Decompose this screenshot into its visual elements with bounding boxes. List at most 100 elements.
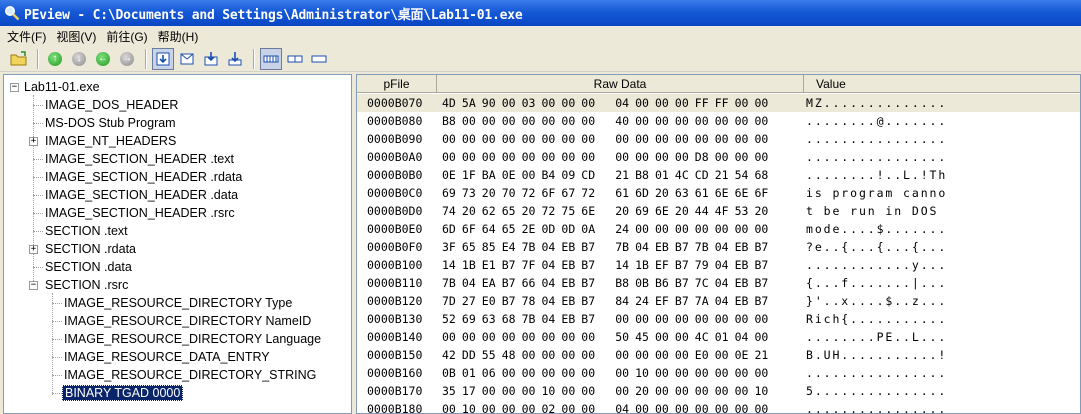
hex-byte[interactable]: 72 <box>522 184 542 202</box>
hex-byte[interactable]: 4C <box>675 166 695 184</box>
hex-byte[interactable]: 00 <box>522 112 542 130</box>
hex-byte[interactable]: 6D <box>635 184 655 202</box>
hex-byte[interactable]: B8 <box>442 112 462 130</box>
hex-byte[interactable]: 40 <box>615 112 635 130</box>
hex-byte[interactable]: 00 <box>755 220 775 238</box>
hex-row[interactable]: 0000B0C0 69 73 20 70 72 6F 67 72 61 6D 20 63 61 6E 6E 6F… <box>357 184 1080 202</box>
hex-byte[interactable]: 04 <box>635 238 655 256</box>
hex-byte[interactable]: 79 <box>695 256 715 274</box>
hex-byte[interactable]: 04 <box>615 400 635 413</box>
hex-row[interactable]: 0000B120 7D 27 E0 B7 78 04 EB B7 84 24 EF B7 7A 04 EB B7… <box>357 292 1080 310</box>
hex-byte[interactable]: 53 <box>735 202 755 220</box>
hex-byte[interactable]: 0A <box>581 220 601 238</box>
hex-byte[interactable]: BA <box>482 166 502 184</box>
hex-byte[interactable]: 68 <box>755 166 775 184</box>
hex-byte[interactable]: 4C <box>695 328 715 346</box>
hex-byte[interactable]: 27 <box>462 292 482 310</box>
hex-byte[interactable]: B7 <box>502 274 522 292</box>
hex-byte[interactable]: 6F <box>542 184 562 202</box>
hex-byte[interactable]: 00 <box>542 364 562 382</box>
hex-byte[interactable]: 00 <box>675 112 695 130</box>
hex-byte[interactable]: 0B <box>442 364 462 382</box>
tree-item-dos-stub[interactable]: MS-DOS Stub Program <box>45 114 176 132</box>
hex-byte[interactable]: 00 <box>675 310 695 328</box>
hex-byte[interactable]: 00 <box>735 148 755 166</box>
hex-byte[interactable]: B7 <box>755 256 775 274</box>
hex-byte[interactable]: 00 <box>561 382 581 400</box>
collapse-toggle[interactable]: − <box>29 281 38 290</box>
hex-byte[interactable]: B6 <box>655 274 675 292</box>
hex-byte[interactable]: E1 <box>482 256 502 274</box>
hex-byte[interactable]: E0 <box>482 292 502 310</box>
hex-byte[interactable]: 52 <box>442 310 462 328</box>
hex-byte[interactable]: 00 <box>581 112 601 130</box>
hex-byte[interactable]: B7 <box>675 256 695 274</box>
hex-byte[interactable]: 65 <box>502 220 522 238</box>
column-header-raw-data[interactable]: Raw Data <box>437 75 804 93</box>
hex-byte[interactable]: 10 <box>462 400 482 413</box>
menu-help[interactable]: 帮助(H) <box>153 28 204 45</box>
hex-byte[interactable]: EB <box>735 238 755 256</box>
hex-byte[interactable]: EB <box>561 238 581 256</box>
hex-byte[interactable]: 00 <box>522 328 542 346</box>
hex-byte[interactable]: 4D <box>442 94 462 112</box>
hex-byte[interactable]: EB <box>735 274 755 292</box>
hex-byte[interactable]: 0D <box>561 220 581 238</box>
hex-byte[interactable]: 00 <box>755 328 775 346</box>
hex-byte[interactable]: 00 <box>502 148 522 166</box>
hex-byte[interactable]: 00 <box>755 400 775 413</box>
hex-byte[interactable]: B7 <box>755 238 775 256</box>
hex-byte[interactable]: 0B <box>635 274 655 292</box>
hex-byte[interactable]: 00 <box>581 130 601 148</box>
hex-byte[interactable]: 00 <box>482 382 502 400</box>
hex-byte[interactable]: 7D <box>442 292 462 310</box>
hex-byte[interactable]: 00 <box>581 382 601 400</box>
hex-byte[interactable]: 42 <box>442 346 462 364</box>
layout-word-button[interactable] <box>284 48 306 70</box>
hex-byte[interactable]: 10 <box>635 364 655 382</box>
tree-item-section-header-rdata[interactable]: IMAGE_SECTION_HEADER .rdata <box>45 168 242 186</box>
hex-byte[interactable]: 00 <box>655 148 675 166</box>
tree-item-binary-tgad[interactable]: BINARY TGAD 0000 <box>62 384 184 402</box>
hex-byte[interactable]: 61 <box>615 184 635 202</box>
hex-byte[interactable]: 00 <box>561 328 581 346</box>
hex-row[interactable]: 0000B0D0 74 20 62 65 20 72 75 6E 20 69 6E 20 44 4F 53 20… <box>357 202 1080 220</box>
tree-item-resource-dir-type[interactable]: IMAGE_RESOURCE_DIRECTORY Type <box>64 294 292 312</box>
hex-byte[interactable]: 00 <box>695 130 715 148</box>
hex-byte[interactable]: 00 <box>482 112 502 130</box>
hex-byte[interactable]: 14 <box>615 256 635 274</box>
hex-byte[interactable]: 10 <box>755 382 775 400</box>
hex-byte[interactable]: 2E <box>522 220 542 238</box>
hex-byte[interactable]: EB <box>561 292 581 310</box>
hex-byte[interactable]: 00 <box>675 400 695 413</box>
expand-toggle[interactable]: + <box>29 137 38 146</box>
hex-byte[interactable]: 00 <box>442 328 462 346</box>
hex-byte[interactable]: 00 <box>462 130 482 148</box>
hex-byte[interactable]: B7 <box>755 292 775 310</box>
tree-item-section-header-data[interactable]: IMAGE_SECTION_HEADER .data <box>45 186 238 204</box>
tree-item-section-data[interactable]: SECTION .data <box>45 258 132 276</box>
menu-go[interactable]: 前往(G) <box>101 28 152 45</box>
hex-byte[interactable]: 00 <box>442 130 462 148</box>
hex-byte[interactable]: 00 <box>735 310 755 328</box>
tree-item-resource-data-entry[interactable]: IMAGE_RESOURCE_DATA_ENTRY <box>64 348 270 366</box>
hex-byte[interactable]: 00 <box>561 148 581 166</box>
tree-root[interactable]: Lab11-01.exe <box>24 78 100 96</box>
hex-byte[interactable]: 66 <box>522 274 542 292</box>
hex-byte[interactable]: 7B <box>442 274 462 292</box>
tree-item-section-rsrc[interactable]: SECTION .rsrc <box>45 276 128 294</box>
hex-byte[interactable]: 54 <box>735 166 755 184</box>
hex-byte[interactable]: 00 <box>715 364 735 382</box>
hex-byte[interactable]: 00 <box>615 310 635 328</box>
hex-byte[interactable]: 35 <box>442 382 462 400</box>
hex-byte[interactable]: 6D <box>442 220 462 238</box>
hex-byte[interactable]: 03 <box>522 94 542 112</box>
hex-byte[interactable]: 6E <box>715 184 735 202</box>
tree-item-section-header-rsrc[interactable]: IMAGE_SECTION_HEADER .rsrc <box>45 204 235 222</box>
hex-byte[interactable]: 00 <box>695 112 715 130</box>
hex-byte[interactable]: 00 <box>675 148 695 166</box>
hex-byte[interactable]: 00 <box>735 112 755 130</box>
hex-byte[interactable]: 69 <box>442 184 462 202</box>
hex-byte[interactable]: 02 <box>542 400 562 413</box>
hex-byte[interactable]: 6E <box>655 202 675 220</box>
